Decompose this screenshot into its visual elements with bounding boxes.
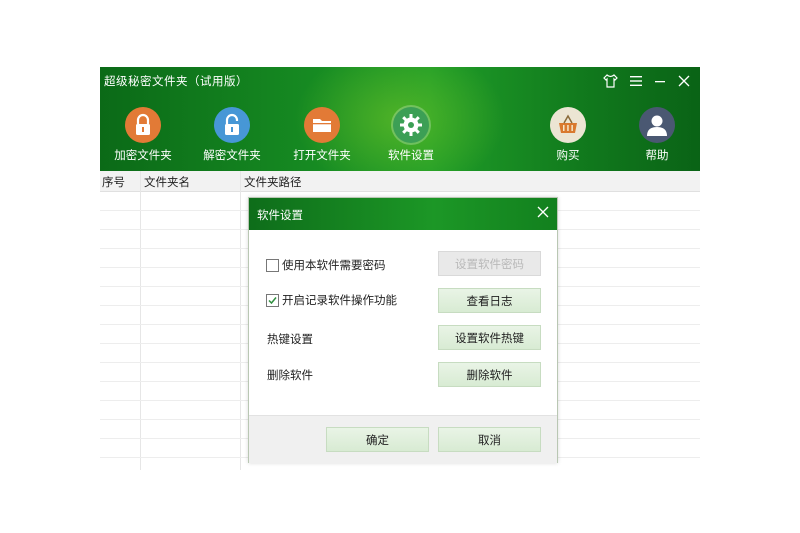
set-password-button[interactable]: 设置软件密码 xyxy=(438,251,541,276)
cancel-button[interactable]: 取消 xyxy=(438,427,541,452)
hotkey-label: 热键设置 xyxy=(267,332,313,346)
buy-label: 购买 xyxy=(556,148,580,162)
help-button[interactable]: 帮助 xyxy=(617,107,697,165)
column-header-folder-name[interactable]: 文件夹名 xyxy=(144,174,190,190)
window-title: 超级秘密文件夹（试用版） xyxy=(104,74,248,88)
folder-icon-svg xyxy=(313,119,331,132)
column-header-index[interactable]: 序号 xyxy=(102,174,125,190)
dialog-close-icon-svg xyxy=(537,206,549,218)
software-settings-button[interactable]: 软件设置 xyxy=(371,107,451,165)
minimize-icon-svg xyxy=(655,81,665,83)
lock-icon-svg xyxy=(136,113,150,135)
delete-software-label: 删除软件 xyxy=(267,368,313,382)
help-label: 帮助 xyxy=(645,148,669,162)
gear-icon xyxy=(393,107,429,143)
software-settings-label: 软件设置 xyxy=(388,148,434,162)
basket-icon-svg xyxy=(559,114,577,133)
require-password-label: 使用本软件需要密码 xyxy=(282,258,386,272)
open-folder-button[interactable]: 打开文件夹 xyxy=(282,107,362,165)
user-icon xyxy=(639,107,675,143)
gear-icon-svg xyxy=(400,114,422,136)
column-divider xyxy=(140,171,141,470)
view-log-button[interactable]: 查看日志 xyxy=(438,288,541,313)
enable-log-checkbox[interactable] xyxy=(266,294,279,307)
buy-button[interactable]: 购买 xyxy=(528,107,608,165)
folder-icon xyxy=(304,107,340,143)
basket-icon xyxy=(550,107,586,143)
encrypt-folder-button[interactable]: 加密文件夹 xyxy=(103,107,183,165)
unlock-icon xyxy=(214,107,250,143)
header: 超级秘密文件夹（试用版） 加密文件夹 解密文件夹 打开文件夹 软件设置 购买 帮… xyxy=(100,67,700,171)
close-icon[interactable] xyxy=(674,71,694,91)
menu-icon[interactable] xyxy=(626,71,646,91)
decrypt-folder-button[interactable]: 解密文件夹 xyxy=(192,107,272,165)
checkmark-icon xyxy=(268,297,277,305)
column-header-folder-path[interactable]: 文件夹路径 xyxy=(244,174,302,190)
set-hotkey-button[interactable]: 设置软件热键 xyxy=(438,325,541,350)
minimize-icon[interactable] xyxy=(650,71,670,91)
table-header: 序号 文件夹名 文件夹路径 xyxy=(100,171,700,192)
encrypt-folder-label: 加密文件夹 xyxy=(114,148,172,162)
settings-dialog: 软件设置 使用本软件需要密码 设置软件密码 开启记录软件操作功能 查看日志 热键… xyxy=(248,197,558,463)
enable-log-label: 开启记录软件操作功能 xyxy=(282,293,397,307)
user-icon-svg xyxy=(647,115,667,136)
ok-button[interactable]: 确定 xyxy=(326,427,429,452)
dialog-title-bar[interactable]: 软件设置 xyxy=(249,198,557,230)
tshirt-icon-svg xyxy=(602,74,618,88)
skin-icon[interactable] xyxy=(600,71,620,91)
dialog-title: 软件设置 xyxy=(257,208,303,222)
open-folder-label: 打开文件夹 xyxy=(293,148,351,162)
require-password-checkbox[interactable] xyxy=(266,259,279,272)
decrypt-folder-label: 解密文件夹 xyxy=(203,148,261,162)
close-icon-svg xyxy=(678,75,690,87)
lock-icon xyxy=(125,107,161,143)
column-divider xyxy=(240,171,241,470)
menu-icon-svg xyxy=(630,76,642,86)
dialog-close-icon[interactable] xyxy=(537,204,549,222)
dialog-footer: 确定 取消 xyxy=(249,415,557,463)
delete-software-button[interactable]: 删除软件 xyxy=(438,362,541,387)
unlock-icon-svg xyxy=(225,113,239,135)
